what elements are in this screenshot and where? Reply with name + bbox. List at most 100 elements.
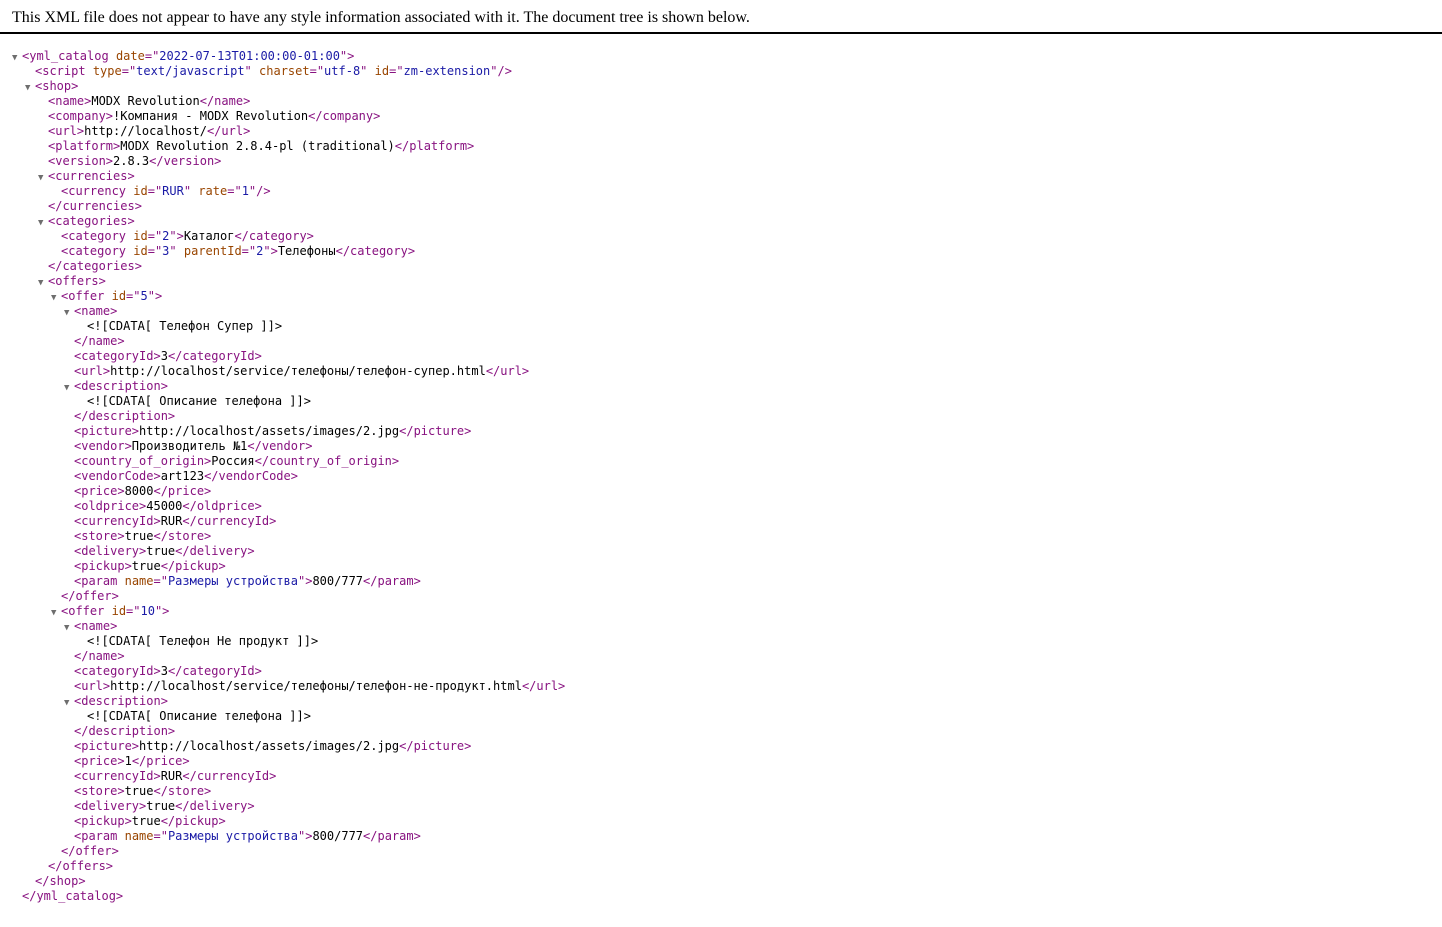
xml-line: <![CDATA[ Описание телефона ]]>	[0, 394, 565, 409]
xml-token-tag: <categoryId>	[74, 349, 161, 363]
xml-token-tag: </picture>	[399, 739, 472, 753]
xml-token-txt: 1	[124, 754, 132, 768]
xml-token-tag: <company>	[48, 109, 114, 123]
xml-token-aval: 10	[140, 604, 155, 618]
xml-token-tag: "/>	[248, 184, 271, 198]
xml-collapsible-line[interactable]: ▼ <shop>	[0, 79, 565, 94]
xml-token-txt: true	[131, 814, 161, 828]
xml-token-tag: <name>	[48, 94, 92, 108]
xml-token-tag: </name>	[199, 94, 251, 108]
xml-collapsible-line[interactable]: ▼ <offer id="5">	[0, 289, 565, 304]
xml-collapsible-line[interactable]: ▼ <description>	[0, 379, 565, 394]
xml-token-tag: <delivery>	[74, 799, 147, 813]
xml-token-attr: id	[111, 604, 127, 618]
xml-token-tag: "/>	[490, 64, 512, 78]
xml-line: <picture>http://localhost/assets/images/…	[0, 424, 565, 439]
xml-token-aval: utf-8	[324, 64, 361, 78]
xml-token-attr: type	[92, 64, 122, 78]
xml-token-tag: <name>	[74, 304, 118, 318]
xml-line: </offer>	[0, 844, 565, 859]
xml-token-tag: </oldprice>	[182, 499, 262, 513]
xml-token-tag: <offer	[61, 604, 105, 618]
xml-line: <price>8000</price>	[0, 484, 565, 499]
xml-token-txt: Телефоны	[277, 244, 336, 258]
xml-token-tag: <vendor>	[74, 439, 132, 453]
xml-token-tag: <param	[74, 574, 118, 588]
xml-token-tag: ="	[227, 184, 242, 198]
xml-line: <picture>http://localhost/assets/images/…	[0, 739, 565, 754]
xml-token-txt: !Компания - MODX Revolution	[113, 109, 309, 123]
xml-token-tag: </offer>	[61, 844, 119, 858]
xml-token-tag: </shop>	[35, 874, 86, 888]
xml-token-txt: MODX Revolution 2.8.4-pl (traditional)	[120, 139, 395, 153]
xml-token-tag: </company>	[308, 109, 381, 123]
xml-token-tag: ="	[126, 604, 141, 618]
xml-line: <currencyId>RUR</currencyId>	[0, 514, 565, 529]
xml-token-tag: <url>	[48, 124, 85, 138]
xml-token-tag: ="	[121, 64, 137, 78]
xml-token-aval: text/javascript	[136, 64, 245, 78]
xml-info-banner: This XML file does not appear to have an…	[0, 0, 1442, 34]
xml-line: <price>1</price>	[0, 754, 565, 769]
xml-token-tag: ">	[154, 604, 170, 618]
xml-collapsible-line[interactable]: ▼ <name>	[0, 304, 565, 319]
xml-token-txt: RUR	[160, 769, 183, 783]
xml-token-txt	[117, 574, 124, 588]
xml-line: <oldprice>45000</oldprice>	[0, 499, 565, 514]
xml-token-tag: <url>	[74, 679, 111, 693]
xml-line: <pickup>true</pickup>	[0, 814, 565, 829]
xml-token-txt: Россия	[211, 454, 255, 468]
xml-token-txt: 8000	[124, 484, 154, 498]
xml-token-txt	[252, 64, 259, 78]
xml-token-tag: </delivery>	[175, 544, 255, 558]
xml-token-txt: true	[124, 784, 154, 798]
xml-token-txt: Каталог	[183, 229, 235, 243]
xml-token-tag: </store>	[153, 784, 212, 798]
xml-line: <![CDATA[ Телефон Не продукт ]]>	[0, 634, 565, 649]
xml-token-txt	[86, 64, 93, 78]
xml-token-tag: </vendor>	[247, 439, 313, 453]
xml-token-txt	[104, 289, 111, 303]
xml-token-tag: </category>	[335, 244, 416, 258]
xml-token-aval: 5	[140, 289, 148, 303]
xml-token-tag: <currency	[61, 184, 127, 198]
xml-token-tag: "	[244, 64, 252, 78]
xml-collapsible-line[interactable]: ▼ <offer id="10">	[0, 604, 565, 619]
xml-line: </categories>	[0, 259, 565, 274]
xml-line: <delivery>true</delivery>	[0, 799, 565, 814]
xml-line: <![CDATA[ Описание телефона ]]>	[0, 709, 565, 724]
xml-collapsible-line[interactable]: ▼ <currencies>	[0, 169, 565, 184]
xml-token-tag: <pickup>	[74, 559, 132, 573]
xml-token-txt: http://localhost/	[84, 124, 207, 138]
xml-collapsible-line[interactable]: ▼ <description>	[0, 694, 565, 709]
xml-line: <vendorCode>art123</vendorCode>	[0, 469, 565, 484]
xml-line: </name>	[0, 334, 565, 349]
xml-token-tag: ="	[389, 64, 404, 78]
xml-token-txt: true	[124, 529, 154, 543]
xml-token-tag: </pickup>	[160, 559, 226, 573]
xml-token-txt: 3	[160, 349, 168, 363]
xml-token-tag: </name>	[74, 334, 125, 348]
xml-token-tag: <description>	[74, 694, 168, 708]
xml-line: <pickup>true</pickup>	[0, 559, 565, 574]
xml-token-tag: </platform>	[394, 139, 475, 153]
xml-collapsible-line[interactable]: ▼ <name>	[0, 619, 565, 634]
xml-token-tag: ="	[147, 229, 163, 243]
xml-token-tag: ="	[309, 64, 325, 78]
xml-token-txt	[109, 49, 116, 63]
xml-line: <category id="3" parentId="2">Телефоны</…	[0, 244, 565, 259]
xml-token-tag: <offers>	[48, 274, 106, 288]
xml-token-tag: <yml_catalog	[22, 49, 109, 63]
xml-collapsible-line[interactable]: ▼ <yml_catalog date="2022-07-13T01:00:00-…	[0, 49, 565, 64]
xml-line: <store>true</store>	[0, 529, 565, 544]
xml-collapsible-line[interactable]: ▼ <categories>	[0, 214, 565, 229]
xml-token-txt: MODX Revolution	[91, 94, 200, 108]
xml-token-tag: <picture>	[74, 739, 140, 753]
xml-token-tag: "	[183, 184, 192, 198]
xml-token-attr: date	[115, 49, 145, 63]
xml-token-tag: <currencyId>	[74, 514, 161, 528]
xml-line: <version>2.8.3</version>	[0, 154, 565, 169]
xml-line: <![CDATA[ Телефон Супер ]]>	[0, 319, 565, 334]
xml-collapsible-line[interactable]: ▼ <offers>	[0, 274, 565, 289]
xml-token-tag: <name>	[74, 619, 118, 633]
